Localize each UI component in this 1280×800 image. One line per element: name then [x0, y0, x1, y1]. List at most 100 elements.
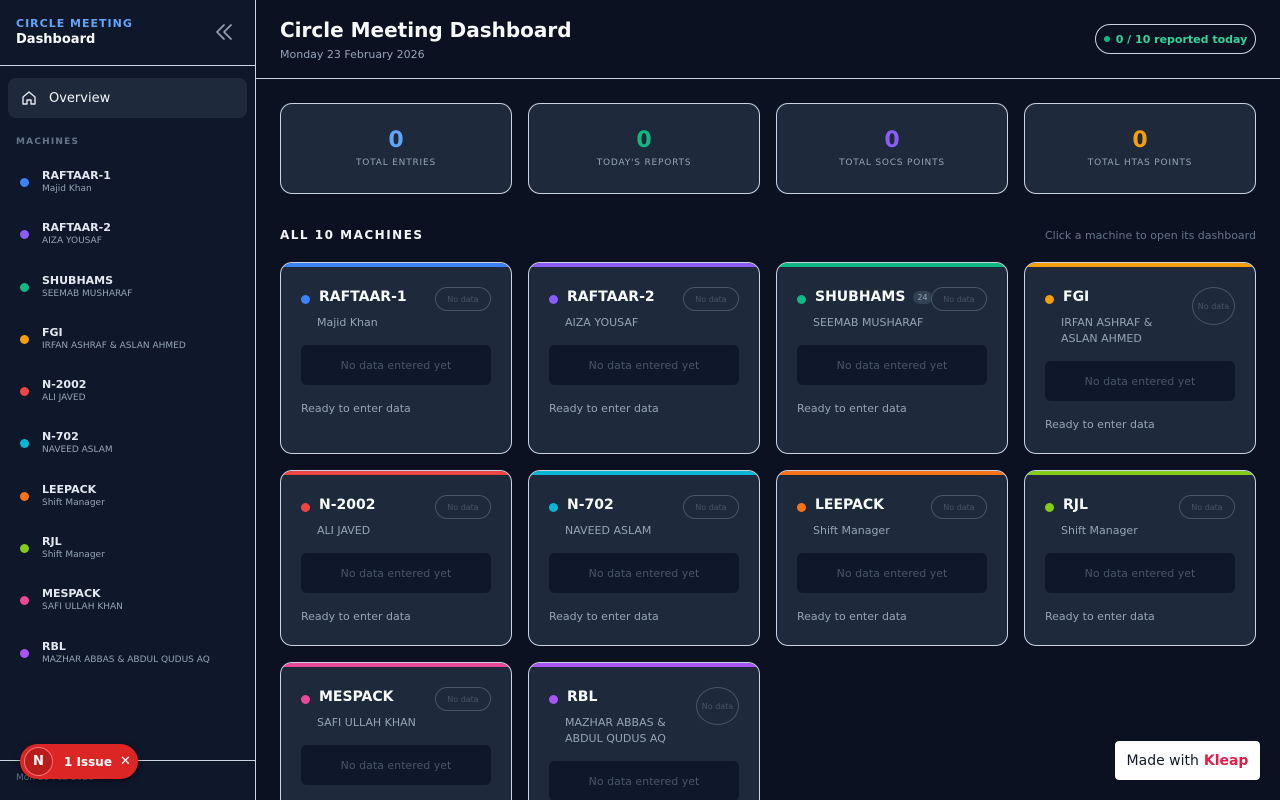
sidebar-item-text: N-702 NAVEED ASLAM — [42, 430, 113, 456]
close-icon[interactable]: ✕ — [120, 754, 131, 769]
machine-operator: MAZHAR ABBAS & ABDUL QUDUS AQ — [565, 716, 666, 745]
sidebar-item-machine[interactable]: FGI IRFAN ASHRAF & ASLAN AHMED — [0, 322, 255, 374]
machine-name: FGI — [1063, 289, 1089, 305]
no-data-placeholder: No data entered yet — [549, 553, 739, 593]
machine-name-text: LEEPACK — [815, 497, 884, 513]
app-label: CIRCLE MEETING — [16, 17, 133, 30]
card-accent-bar — [281, 471, 511, 475]
next-logo-icon: N — [24, 747, 53, 776]
machine-name-text: RAFTAAR-1 — [319, 289, 407, 305]
machine-card[interactable]: N-702 NAVEED ASLAM No data No data entered … — [528, 470, 760, 646]
machine-color-dot — [1045, 503, 1054, 512]
sidebar-item-overview[interactable]: Overview — [8, 78, 247, 118]
main-content: Circle Meeting Dashboard Monday 23 Febru… — [256, 0, 1280, 800]
machine-color-dot — [301, 295, 310, 304]
machine-name-text: RBL — [567, 689, 598, 705]
no-data-status-badge: No data — [696, 687, 739, 725]
machine-color-dot — [20, 282, 29, 292]
reported-status-text: 0 / 10 reported today — [1115, 32, 1248, 46]
no-data-status-badge: No data — [931, 287, 987, 311]
no-data-placeholder: No data entered yet — [797, 553, 987, 593]
reported-status-badge: 0 / 10 reported today — [1095, 24, 1256, 54]
machine-name-text: MESPACK — [319, 689, 394, 705]
no-data-placeholder: No data entered yet — [301, 745, 491, 785]
sidebar-item-sublabel: Shift Manager — [42, 550, 105, 561]
machine-card[interactable]: SHUBHAMS 24 SEEMAB MUSHARAF No data No data … — [776, 262, 1008, 454]
sidebar-item-machine[interactable]: LEEPACK Shift Manager — [0, 479, 255, 531]
machines-section-hint: Click a machine to open its dashboard — [1045, 229, 1256, 242]
made-with-kleap-badge[interactable]: Made with Kleap — [1115, 741, 1260, 780]
sidebar-item-label: Overview — [49, 90, 111, 106]
machine-name: LEEPACK — [815, 497, 884, 513]
machine-card[interactable]: RAFTAAR-1 Majid Khan No data No data entere… — [280, 262, 512, 454]
machine-color-dot — [797, 295, 806, 304]
home-icon — [21, 90, 37, 106]
sidebar-item-machine[interactable]: RAFTAAR-2 AIZA YOUSAF — [0, 217, 255, 269]
no-data-placeholder: No data entered yet — [1045, 361, 1235, 401]
machine-name-text: SHUBHAMS — [815, 289, 906, 305]
sidebar-item-sublabel: IRFAN ASHRAF & ASLAN AHMED — [42, 340, 186, 351]
machine-color-dot — [1045, 295, 1054, 304]
machine-card[interactable]: N-2002 ALI JAVED No data No data entered ye… — [280, 470, 512, 646]
no-data-status-badge: No data — [1179, 495, 1235, 519]
no-data-placeholder: No data entered yet — [301, 345, 491, 385]
machine-name-text: RAFTAAR-2 — [567, 289, 655, 305]
machine-name: N-702 — [567, 497, 614, 513]
machine-name-text: RJL — [1063, 497, 1088, 513]
stat-label: TODAY'S REPORTS — [596, 158, 692, 168]
sidebar-item-sublabel: AIZA YOUSAF — [42, 236, 102, 247]
sidebar-item-text: FGI IRFAN ASHRAF & ASLAN AHMED — [42, 326, 186, 352]
sidebar-item-machine[interactable]: MESPACK SAFI ULLAH KHAN — [0, 583, 255, 635]
machine-card[interactable]: MESPACK SAFI ULLAH KHAN No data No data ent… — [280, 662, 512, 800]
sidebar-item-label: N-702 — [42, 430, 79, 444]
sidebar-item-machine[interactable]: N-702 NAVEED ASLAM — [0, 426, 255, 478]
machine-card[interactable]: RJL Shift Manager No data No data entered y… — [1024, 470, 1256, 646]
issues-toast[interactable]: N 1 Issue ✕ — [20, 744, 138, 779]
collapse-sidebar-button[interactable] — [213, 21, 235, 43]
machine-operator: Majid Khan — [317, 316, 378, 329]
sidebar-item-sublabel: SEEMAB MUSHARAF — [42, 288, 133, 299]
card-accent-bar — [281, 663, 511, 667]
machine-operator: AIZA YOUSAF — [565, 316, 639, 329]
machine-color-dot — [549, 295, 558, 304]
sidebar-item-sublabel: NAVEED ASLAM — [42, 445, 113, 456]
sidebar-item-label: MESPACK — [42, 587, 101, 601]
sidebar-item-label: RBL — [42, 639, 66, 653]
card-accent-bar — [281, 263, 511, 267]
sidebar-item-machine[interactable]: RBL MAZHAR ABBAS & ABDUL QUDUS AQ — [0, 636, 255, 688]
sidebar-item-text: SHUBHAMS SEEMAB MUSHARAF — [42, 274, 132, 300]
machine-card[interactable]: FGI IRFAN ASHRAF & ASLAN AHMED No data No d… — [1024, 262, 1256, 454]
count-badge: 24 — [913, 290, 932, 304]
no-data-placeholder: No data entered yet — [549, 761, 739, 800]
kleap-brand: Kleap — [1203, 752, 1249, 769]
machine-name: RBL — [567, 689, 597, 705]
machine-name: RAFTAAR-1 — [319, 289, 407, 305]
sidebar-item-machine[interactable]: RJL Shift Manager — [0, 531, 255, 583]
sidebar-item-text: RJL Shift Manager — [42, 535, 105, 561]
machine-color-dot — [20, 387, 29, 397]
sidebar-header: CIRCLE MEETING Dashboard — [0, 0, 255, 66]
no-data-status-badge: No data — [931, 495, 987, 519]
sidebar-item-text: RBL MAZHAR ABBAS & ABDUL QUDUS AQ — [42, 640, 210, 666]
no-data-status-badge: No data — [1192, 287, 1235, 325]
machine-color-dot — [20, 230, 29, 240]
sidebar-item-machine[interactable]: SHUBHAMS SEEMAB MUSHARAF — [0, 270, 255, 322]
machine-color-dot — [301, 503, 310, 512]
stat-value: 0 — [636, 128, 652, 153]
kleap-prefix: Made with — [1126, 752, 1199, 769]
ready-status-text: Ready to enter data — [797, 402, 907, 415]
sidebar-item-text: MESPACK SAFI ULLAH KHAN — [42, 587, 123, 613]
machine-card[interactable]: RAFTAAR-2 AIZA YOUSAF No data No data enter… — [528, 262, 760, 454]
sidebar-item-machine[interactable]: RAFTAAR-1 Majid Khan — [0, 165, 255, 217]
sidebar-item-text: RAFTAAR-2 AIZA YOUSAF — [42, 221, 111, 247]
machines-section-label: MACHINES — [16, 137, 80, 147]
sidebar-item-sublabel: MAZHAR ABBAS & ABDUL QUDUS AQ — [42, 654, 210, 665]
no-data-status-badge: No data — [435, 687, 491, 711]
card-accent-bar — [777, 263, 1007, 267]
machines-section-title: ALL 10 MACHINES — [280, 228, 424, 242]
sidebar-item-text: RAFTAAR-1 Majid Khan — [42, 169, 111, 195]
machine-card[interactable]: LEEPACK Shift Manager No data No data enter… — [776, 470, 1008, 646]
machine-card[interactable]: RBL MAZHAR ABBAS & ABDUL QUDUS AQ No data N… — [528, 662, 760, 800]
stats-row: 0 TOTAL ENTRIES 0 TODAY'S REPORTS 0 TOTAL SOC… — [280, 103, 1256, 194]
sidebar-item-machine[interactable]: N-2002 ALI JAVED — [0, 374, 255, 426]
